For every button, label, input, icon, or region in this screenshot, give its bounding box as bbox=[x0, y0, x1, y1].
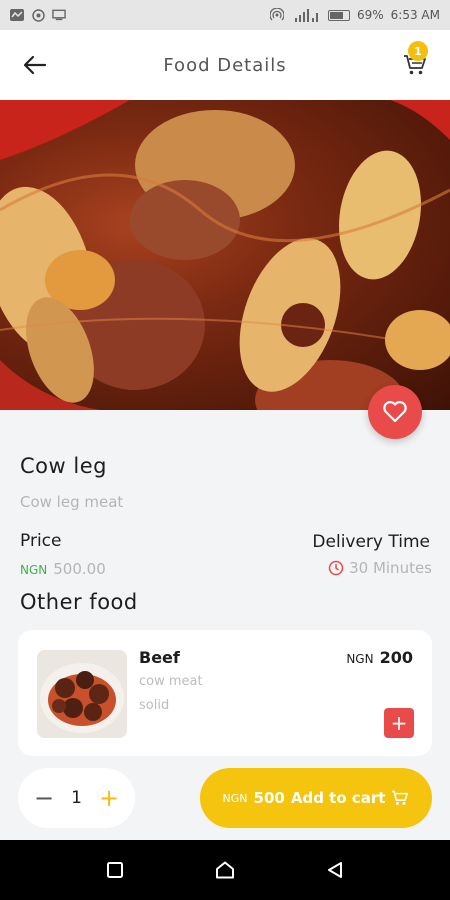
clock-icon bbox=[328, 560, 344, 576]
favorite-button[interactable] bbox=[368, 385, 422, 439]
battery-percent: 69% bbox=[357, 8, 384, 22]
add-to-cart-button[interactable]: NGN 500 Add to cart bbox=[200, 768, 432, 828]
food-image bbox=[0, 100, 450, 410]
target-icon bbox=[31, 8, 45, 22]
quantity-value: 1 bbox=[71, 788, 82, 808]
home-button[interactable] bbox=[207, 852, 243, 888]
other-food-add-button[interactable]: + bbox=[384, 708, 414, 738]
cart-badge: 1 bbox=[408, 41, 428, 61]
back-button[interactable] bbox=[20, 52, 50, 78]
price-label: Price bbox=[20, 531, 62, 551]
battery-icon bbox=[328, 9, 350, 21]
back-nav-button[interactable] bbox=[317, 852, 353, 888]
other-food-title: Other food bbox=[20, 590, 138, 614]
other-food-name: Beef bbox=[139, 648, 180, 667]
quantity-decrease-button[interactable]: − bbox=[34, 784, 54, 812]
system-nav-bar bbox=[0, 840, 450, 900]
delivery-time-value: 30 Minutes bbox=[328, 559, 432, 577]
heart-icon bbox=[383, 401, 407, 423]
price-value: NGN 500.00 bbox=[20, 560, 106, 578]
delivery-time-text: 30 Minutes bbox=[349, 559, 432, 577]
other-food-type: solid bbox=[139, 698, 170, 713]
quantity-stepper: − 1 + bbox=[18, 768, 135, 828]
cart-icon bbox=[392, 790, 409, 805]
status-left bbox=[10, 8, 66, 22]
food-description: Cow leg meat bbox=[20, 493, 124, 511]
other-food-amount: 200 bbox=[379, 648, 413, 667]
triangle-back-icon bbox=[328, 862, 342, 878]
add-to-cart-amount: 500 bbox=[253, 789, 285, 807]
square-icon bbox=[107, 862, 123, 878]
delivery-time-label: Delivery Time bbox=[312, 532, 430, 552]
monitor-icon bbox=[52, 8, 66, 22]
add-to-cart-label: Add to cart bbox=[290, 789, 386, 807]
other-food-price: NGN 200 bbox=[346, 648, 413, 667]
page-title: Food Details bbox=[163, 54, 287, 76]
food-name: Cow leg bbox=[20, 454, 107, 478]
home-icon bbox=[216, 861, 234, 879]
other-food-image bbox=[37, 650, 127, 738]
hotspot-icon bbox=[270, 8, 284, 22]
recents-button[interactable] bbox=[97, 852, 133, 888]
status-bar: 69% 6:53 AM bbox=[0, 0, 450, 30]
arrow-left-icon bbox=[23, 55, 47, 75]
activity-icon bbox=[10, 8, 24, 22]
signal-icon bbox=[291, 8, 321, 22]
app-header: Food Details 1 bbox=[0, 30, 450, 100]
add-to-cart-currency: NGN bbox=[222, 791, 248, 805]
other-food-subtitle: cow meat bbox=[139, 674, 203, 689]
quantity-increase-button[interactable]: + bbox=[99, 784, 119, 812]
other-food-currency: NGN bbox=[346, 652, 374, 666]
status-time: 6:53 AM bbox=[390, 8, 440, 22]
price-amount: 500.00 bbox=[53, 560, 106, 578]
status-right: 69% 6:53 AM bbox=[270, 8, 440, 22]
price-currency: NGN bbox=[20, 563, 48, 577]
other-food-card[interactable]: Beef cow meat solid NGN 200 + bbox=[18, 630, 432, 756]
